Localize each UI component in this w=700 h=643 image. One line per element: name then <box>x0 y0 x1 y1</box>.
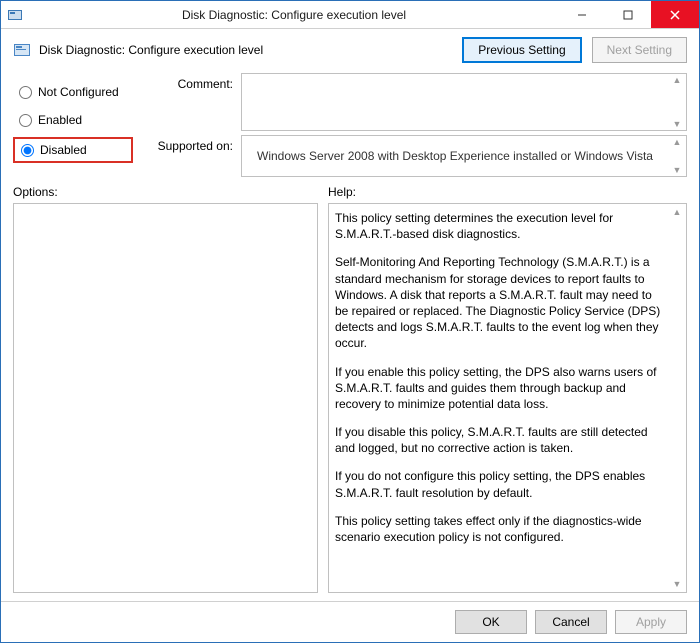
radio-not-configured[interactable]: Not Configured <box>13 81 133 103</box>
cancel-button[interactable]: Cancel <box>535 610 607 634</box>
radio-enabled-input[interactable] <box>19 114 32 127</box>
radio-not-configured-input[interactable] <box>19 86 32 99</box>
window-frame: Disk Diagnostic: Configure execution lev… <box>0 0 700 643</box>
radio-label: Disabled <box>40 143 87 157</box>
radio-enabled[interactable]: Enabled <box>13 109 133 131</box>
window-title: Disk Diagnostic: Configure execution lev… <box>29 8 559 22</box>
next-setting-button[interactable]: Next Setting <box>592 37 687 63</box>
radio-label: Not Configured <box>38 85 119 99</box>
comment-row: Comment: ▲ ▼ <box>143 73 687 131</box>
ok-button[interactable]: OK <box>455 610 527 634</box>
radio-disabled-input[interactable] <box>21 144 34 157</box>
help-paragraph: If you do not configure this policy sett… <box>335 468 668 500</box>
app-icon <box>7 7 23 23</box>
options-label: Options: <box>13 185 318 199</box>
supported-on-value: Windows Server 2008 with Desktop Experie… <box>257 149 653 163</box>
policy-icon <box>13 41 31 59</box>
help-panel[interactable]: This policy setting determines the execu… <box>328 203 687 593</box>
scroll-up-icon[interactable]: ▲ <box>669 137 685 147</box>
subheader: Disk Diagnostic: Configure execution lev… <box>1 29 699 69</box>
fields-column: Comment: ▲ ▼ Supported on: Windows Serve… <box>143 73 687 177</box>
help-paragraph: If you disable this policy, S.M.A.R.T. f… <box>335 424 668 456</box>
maximize-button[interactable] <box>605 1 651 28</box>
scroll-down-icon[interactable]: ▼ <box>669 119 685 129</box>
apply-button[interactable]: Apply <box>615 610 687 634</box>
help-paragraph: This policy setting determines the execu… <box>335 210 668 242</box>
supported-row: Supported on: Windows Server 2008 with D… <box>143 135 687 177</box>
scrollbar[interactable]: ▲ ▼ <box>669 137 685 175</box>
help-paragraph: If you enable this policy setting, the D… <box>335 364 668 413</box>
comment-label: Comment: <box>143 73 233 91</box>
scroll-down-icon[interactable]: ▼ <box>669 165 685 175</box>
subheader-title: Disk Diagnostic: Configure execution lev… <box>39 43 263 57</box>
setting-nav: Previous Setting Next Setting <box>462 37 687 63</box>
supported-label: Supported on: <box>143 135 233 153</box>
dialog-footer: OK Cancel Apply <box>1 601 699 642</box>
lower-pane: This policy setting determines the execu… <box>1 203 699 601</box>
close-button[interactable] <box>651 1 699 28</box>
radio-disabled[interactable]: Disabled <box>13 137 133 163</box>
previous-setting-button[interactable]: Previous Setting <box>462 37 581 63</box>
upper-pane: Not Configured Enabled Disabled Comment:… <box>1 69 699 185</box>
help-paragraph: Self-Monitoring And Reporting Technology… <box>335 254 668 351</box>
state-radio-group: Not Configured Enabled Disabled <box>13 73 133 177</box>
scrollbar[interactable]: ▲ ▼ <box>669 75 685 129</box>
titlebar[interactable]: Disk Diagnostic: Configure execution lev… <box>1 1 699 29</box>
scroll-up-icon[interactable]: ▲ <box>669 206 685 218</box>
radio-label: Enabled <box>38 113 82 127</box>
section-labels: Options: Help: <box>1 185 699 203</box>
help-paragraph: This policy setting takes effect only if… <box>335 513 668 545</box>
comment-textarea[interactable]: ▲ ▼ <box>241 73 687 131</box>
supported-on-box: Windows Server 2008 with Desktop Experie… <box>241 135 687 177</box>
scroll-down-icon[interactable]: ▼ <box>669 578 685 590</box>
window-controls <box>559 1 699 28</box>
help-label: Help: <box>328 185 356 199</box>
minimize-button[interactable] <box>559 1 605 28</box>
scrollbar[interactable]: ▲ ▼ <box>669 206 685 590</box>
scroll-up-icon[interactable]: ▲ <box>669 75 685 85</box>
options-panel[interactable] <box>13 203 318 593</box>
